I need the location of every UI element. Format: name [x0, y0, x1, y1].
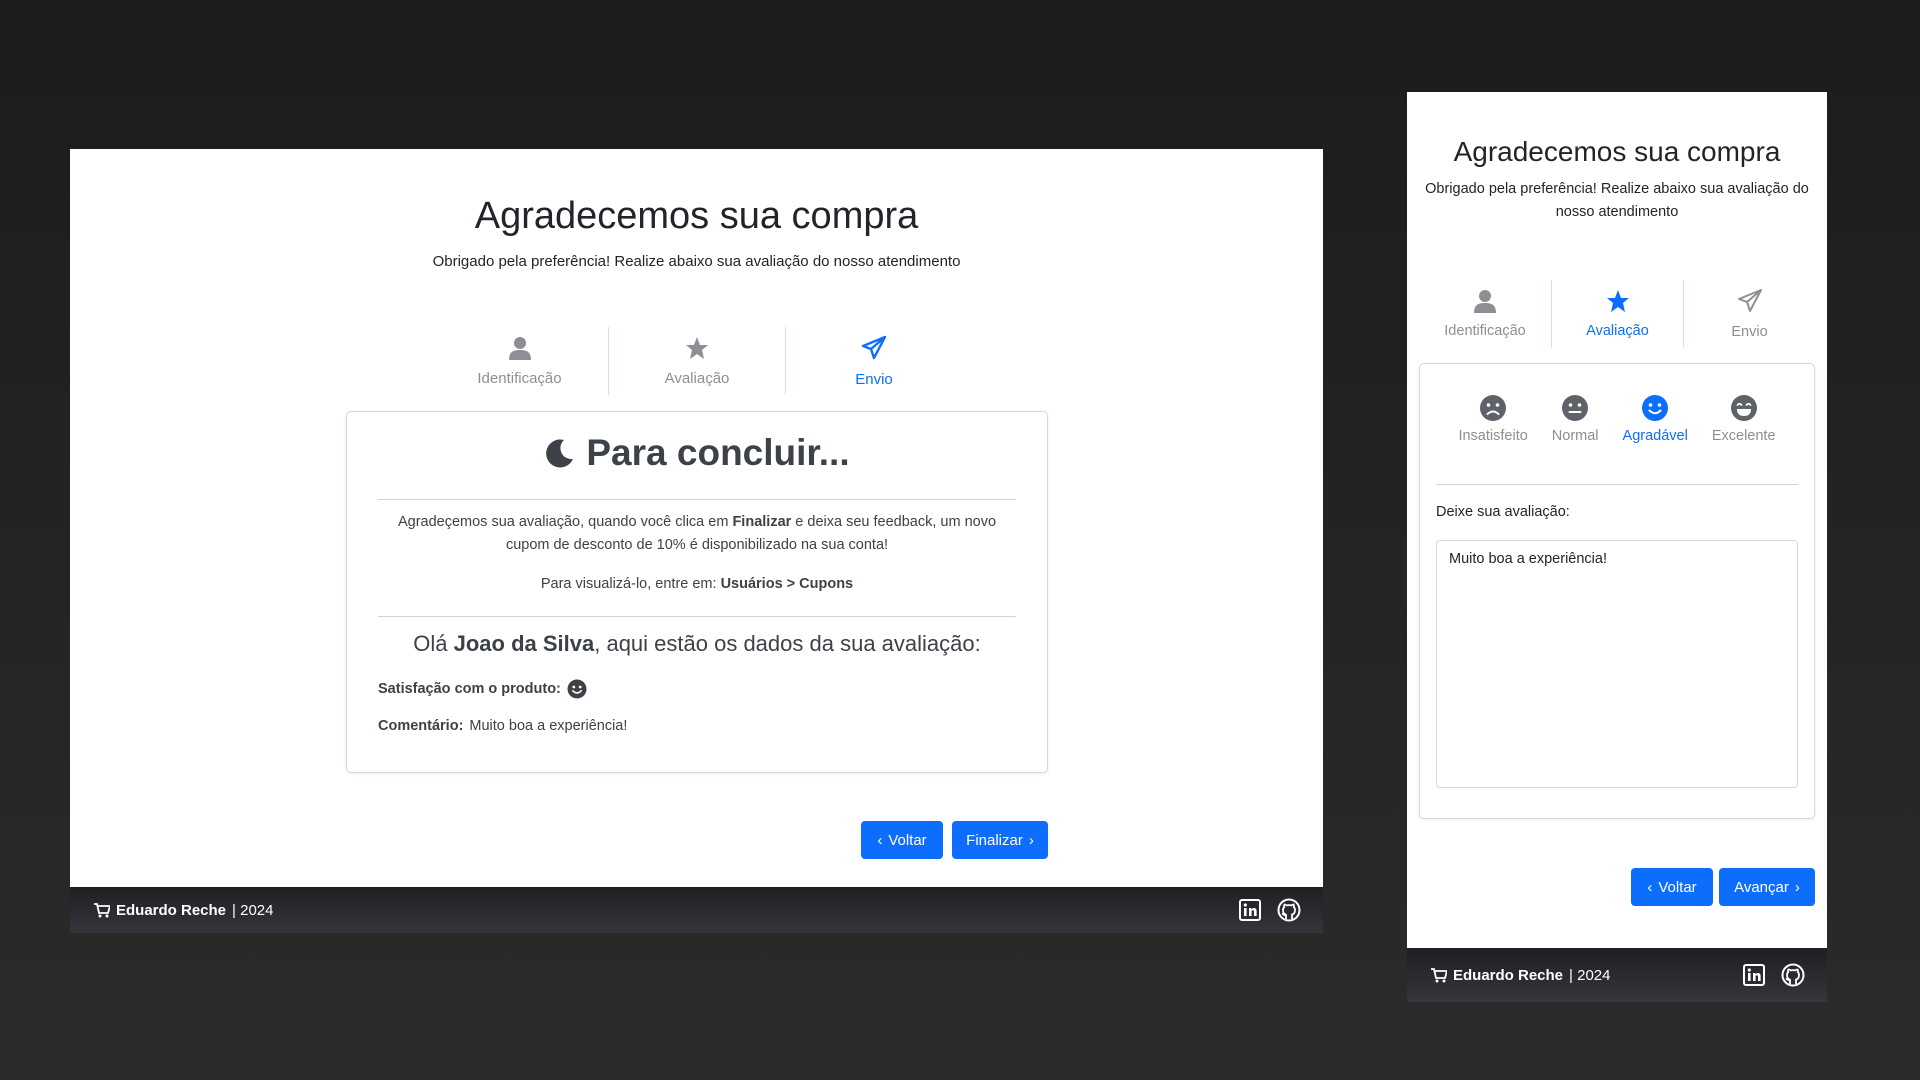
divider — [378, 616, 1016, 617]
step-label: Avaliação — [1586, 323, 1649, 339]
cart-icon — [94, 902, 110, 917]
rating-card: Insatisfeito Normal Agradável Excelente … — [1419, 363, 1815, 819]
chevron-right-icon: › — [1028, 831, 1034, 849]
desktop-content: Agradecemos sua compra Obrigado pela pre… — [70, 149, 1323, 887]
footer-brand: Eduardo Reche | 2024 — [1431, 967, 1610, 984]
comment-value: Muito boa a experiência! — [469, 718, 628, 734]
user-icon — [508, 336, 531, 360]
card-title: Para concluir... — [347, 432, 1047, 474]
coupon-text: Agradeçemos sua avaliação, quando você c… — [397, 514, 997, 553]
comment-row: Comentário: Muito boa a experiência! — [378, 718, 627, 734]
mobile-content: Agradecemos sua compra Obrigado pela pre… — [1407, 92, 1827, 948]
divider — [1436, 484, 1798, 485]
github-icon[interactable] — [1277, 898, 1301, 922]
star-icon — [686, 336, 708, 359]
grin-icon — [1730, 395, 1757, 421]
page-title: Agradecemos sua compra — [1453, 136, 1781, 167]
greeting: Olá Joao da Silva, aqui estão os dados d… — [413, 631, 981, 656]
step-avaliacao[interactable]: Avaliação — [608, 327, 785, 395]
rating-agradavel[interactable]: Agradável — [1618, 394, 1693, 444]
step-label: Envio — [1731, 324, 1768, 340]
review-label: Deixe sua avaliação: — [1436, 504, 1570, 520]
summary-card: Para concluir... Agradeçemos sua avaliaç… — [346, 411, 1048, 773]
rating-normal[interactable]: Normal — [1547, 394, 1604, 444]
rating-excelente[interactable]: Excelente — [1707, 394, 1781, 444]
footer-brand: Eduardo Reche | 2024 — [94, 902, 273, 919]
moon-icon — [546, 439, 574, 468]
step-envio[interactable]: Envio — [785, 327, 962, 395]
back-button[interactable]: ‹ Voltar — [861, 821, 943, 859]
step-avaliacao[interactable]: Avaliação — [1551, 280, 1683, 348]
step-label: Avaliação — [664, 369, 730, 387]
footer-social — [1743, 963, 1805, 987]
user-icon — [1474, 290, 1496, 313]
rating-insatisfeito[interactable]: Insatisfeito — [1453, 394, 1532, 444]
github-icon[interactable] — [1781, 963, 1805, 987]
comment-label: Comentário: — [378, 718, 464, 734]
step-label: Identificação — [1444, 323, 1526, 339]
step-identificacao[interactable]: Identificação — [431, 327, 608, 395]
step-label: Envio — [855, 370, 893, 388]
footer: Eduardo Reche | 2024 — [1407, 948, 1827, 1002]
page-title: Agradecemos sua compra — [474, 195, 919, 237]
divider — [378, 499, 1016, 500]
rating-options: Insatisfeito Normal Agradável Excelente — [1420, 394, 1814, 444]
chevron-left-icon: ‹ — [1647, 878, 1653, 896]
step-envio[interactable]: Envio — [1683, 280, 1815, 348]
linkedin-icon[interactable] — [1743, 964, 1765, 986]
frown-icon — [1480, 395, 1507, 421]
mobile-window: Agradecemos sua compra Obrigado pela pre… — [1407, 92, 1827, 1002]
chevron-right-icon: › — [1794, 878, 1800, 896]
finish-button[interactable]: Finalizar › — [952, 821, 1048, 859]
cart-icon — [1431, 967, 1447, 982]
send-icon — [861, 335, 887, 359]
smile-icon — [1642, 395, 1669, 421]
step-label: Identificação — [477, 369, 562, 387]
smile-icon — [567, 679, 587, 699]
chevron-left-icon: ‹ — [877, 831, 883, 849]
page-subtitle: Obrigado pela preferência! Realize abaix… — [432, 253, 961, 270]
satisfaction-label: Satisfação com o produto: — [378, 681, 561, 697]
footer-social — [1239, 898, 1301, 922]
steps-nav: Identificação Avaliação Envio — [1419, 280, 1815, 348]
neutral-icon — [1562, 395, 1589, 421]
back-button[interactable]: ‹ Voltar — [1631, 868, 1713, 906]
page-subtitle: Obrigado pela preferência! Realize abaix… — [1425, 181, 1809, 220]
next-button[interactable]: Avançar › — [1719, 868, 1815, 906]
satisfaction-row: Satisfação com o produto: — [378, 679, 587, 699]
star-icon — [1606, 290, 1629, 312]
coupon-location-text: Para visualizá-lo, entre em: Usuários > … — [540, 576, 854, 592]
step-identificacao[interactable]: Identificação — [1419, 280, 1551, 348]
card-title-text: Para concluir... — [586, 432, 850, 473]
footer: Eduardo Reche | 2024 — [70, 887, 1323, 933]
send-icon — [1737, 289, 1762, 312]
review-textarea[interactable]: Muito boa a experiência! — [1436, 540, 1798, 788]
desktop-window: Agradecemos sua compra Obrigado pela pre… — [70, 149, 1323, 933]
steps-nav: Identificação Avaliação Envio — [70, 327, 1323, 395]
linkedin-icon[interactable] — [1239, 899, 1261, 921]
